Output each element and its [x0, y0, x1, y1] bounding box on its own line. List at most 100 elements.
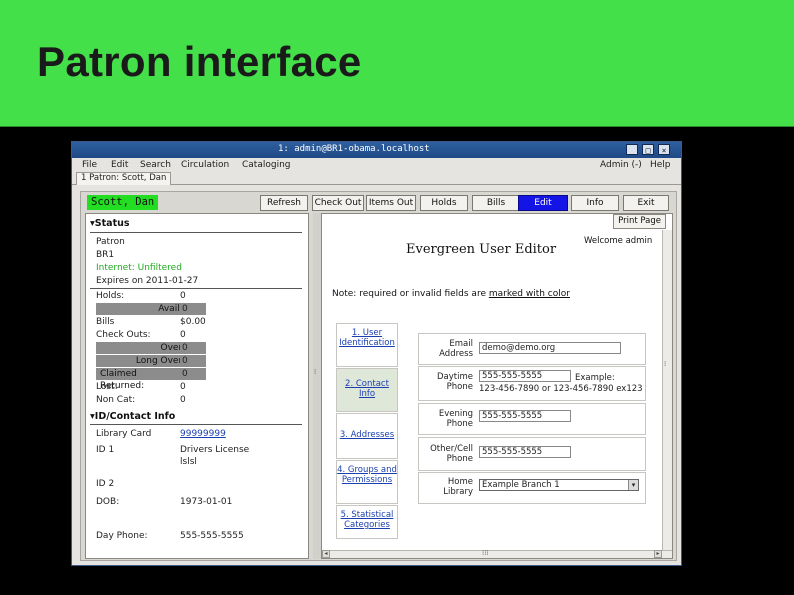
status-heading[interactable]: ▾Status: [90, 218, 130, 229]
long-overdue-value: 0: [180, 355, 206, 367]
user-editor-panel: Print Page Welcome admin Evergreen User …: [321, 213, 673, 559]
nav-statistical-categories[interactable]: 5. Statistical Categories: [336, 505, 398, 539]
status-library: BR1: [96, 250, 115, 260]
lost-value: 0: [180, 382, 186, 392]
email-field[interactable]: demo@demo.org: [479, 342, 621, 354]
print-page-button[interactable]: Print Page: [613, 214, 666, 229]
nav-contact-info[interactable]: 2. Contact Info: [336, 368, 398, 412]
day-phone-value: 555-555-5555: [180, 531, 244, 541]
dob-value: 1973-01-01: [180, 497, 233, 507]
overdue-value: 0: [180, 342, 206, 354]
claimed-returned-label: Claimed Returned:: [96, 368, 180, 391]
menu-cataloging[interactable]: Cataloging: [242, 160, 290, 170]
divider: [90, 288, 302, 289]
checkouts-label: Check Outs:: [96, 330, 151, 340]
chevron-down-icon: ▾: [628, 480, 638, 490]
edit-button[interactable]: Edit: [518, 195, 568, 211]
noncat-label: Non Cat:: [96, 395, 136, 405]
library-card-label: Library Card: [96, 429, 152, 439]
tab-patron[interactable]: 1 Patron: Scott, Dan: [76, 172, 172, 185]
holds-value: 0: [180, 291, 186, 301]
menu-circulation[interactable]: Circulation: [181, 160, 229, 170]
nav-addresses[interactable]: 3. Addresses: [336, 413, 398, 459]
nav-user-identification[interactable]: 1. User Identification: [336, 323, 398, 367]
claimed-returned-value: 0: [180, 368, 206, 380]
daytime-phone-example: Example:: [575, 373, 615, 383]
lost-label: Lost:: [96, 382, 118, 392]
other-phone-label: Other/Cell Phone: [430, 444, 473, 464]
editor-horizontal-scrollbar[interactable]: ⁞⁞⁞ ◂ ▸: [322, 549, 672, 558]
divider: [90, 424, 302, 425]
patron-content: Scott, Dan Refresh Check Out Items Out H…: [80, 191, 677, 561]
tab-bar: 1 Patron: Scott, Dan: [72, 172, 681, 185]
status-expires: Expires on 2011-01-27: [96, 276, 199, 286]
id1-label: ID 1: [96, 445, 115, 455]
daytime-phone-row: Daytime Phone 555-555-5555 Example: 123-…: [418, 366, 646, 401]
menu-edit[interactable]: Edit: [111, 160, 128, 170]
info-button[interactable]: Info: [571, 195, 619, 211]
bills-button[interactable]: Bills: [472, 195, 520, 211]
divider: [90, 232, 302, 233]
required-note: Note: required or invalid fields are mar…: [332, 289, 570, 299]
id1-value-2: lslsl: [180, 457, 197, 467]
noncat-value: 0: [180, 395, 186, 405]
id1-value: Drivers License: [180, 445, 250, 455]
close-button[interactable]: ×: [658, 144, 670, 155]
status-internet: Internet: Unfiltered: [96, 263, 182, 273]
home-library-row: Home Library Example Branch 1 ▾: [418, 472, 646, 504]
refresh-button[interactable]: Refresh: [260, 195, 308, 211]
menu-file[interactable]: File: [82, 160, 97, 170]
other-phone-row: Other/Cell Phone 555-555-5555: [418, 437, 646, 471]
slide-header: Patron interface: [0, 0, 794, 127]
check-out-button[interactable]: Check Out: [312, 195, 364, 211]
window-titlebar[interactable]: 1: admin@BR1-obama.localhost _ □ ×: [72, 142, 681, 158]
items-out-button[interactable]: Items Out: [366, 195, 416, 211]
patron-summary-panel: ▾Status Patron BR1 Internet: Unfiltered …: [85, 213, 309, 559]
other-phone-field[interactable]: 555-555-5555: [479, 446, 571, 458]
slide-title: Patron interface: [37, 38, 362, 85]
scroll-left-icon[interactable]: ◂: [322, 550, 330, 558]
menu-admin[interactable]: Admin (-): [600, 160, 642, 170]
patron-toolbar: Refresh Check Out Items Out Holds Bills …: [81, 195, 676, 211]
editor-title: Evergreen User Editor: [406, 242, 557, 257]
day-phone-label: Day Phone:: [96, 531, 148, 541]
maximize-button[interactable]: □: [642, 144, 654, 155]
bills-value: $0.00: [180, 317, 206, 327]
daytime-phone-hint: 123-456-7890 or 123-456-7890 ex123: [479, 384, 643, 394]
bills-label: Bills: [96, 317, 115, 327]
scroll-grip-icon: ⁞⁞⁞: [482, 549, 489, 557]
daytime-phone-field[interactable]: 555-555-5555: [479, 370, 571, 382]
id-contact-heading[interactable]: ▾ID/Contact Info: [90, 411, 175, 422]
minimize-button[interactable]: _: [626, 144, 638, 155]
available-value: 0: [180, 303, 206, 315]
splitter-grip-icon: ⁞: [314, 368, 317, 376]
daytime-phone-label: Daytime Phone: [437, 372, 473, 392]
nav-groups-permissions[interactable]: 4. Groups and Permissions: [336, 460, 398, 504]
menu-search[interactable]: Search: [140, 160, 171, 170]
exit-button[interactable]: Exit: [623, 195, 669, 211]
home-library-label: Home Library: [443, 477, 473, 497]
editor-vertical-scrollbar[interactable]: ⁞: [662, 230, 672, 558]
evening-phone-row: Evening Phone 555-555-5555: [418, 403, 646, 435]
email-row: Email Address demo@demo.org: [418, 333, 646, 365]
menu-help[interactable]: Help: [650, 160, 671, 170]
checkouts-value: 0: [180, 330, 186, 340]
evening-phone-field[interactable]: 555-555-5555: [479, 410, 571, 422]
id2-label: ID 2: [96, 479, 115, 489]
app-window: 1: admin@BR1-obama.localhost _ □ × File …: [71, 141, 682, 566]
holds-label: Holds:: [96, 291, 125, 301]
dob-label: DOB:: [96, 497, 120, 507]
panel-splitter[interactable]: ⁞: [313, 213, 321, 559]
home-library-selected: Example Branch 1: [482, 480, 560, 490]
menubar: File Edit Search Circulation Cataloging …: [72, 158, 681, 172]
welcome-text: Welcome admin: [584, 236, 653, 246]
status-patron: Patron: [96, 237, 125, 247]
home-library-select[interactable]: Example Branch 1 ▾: [479, 479, 639, 491]
scroll-right-icon[interactable]: ▸: [654, 550, 662, 558]
holds-button[interactable]: Holds: [420, 195, 468, 211]
scroll-grip-icon: ⁞: [664, 360, 667, 368]
email-label: Email Address: [439, 339, 473, 359]
library-card-link[interactable]: 99999999: [180, 428, 226, 440]
evening-phone-label: Evening Phone: [438, 409, 473, 429]
window-title: 1: admin@BR1-obama.localhost: [278, 144, 430, 154]
